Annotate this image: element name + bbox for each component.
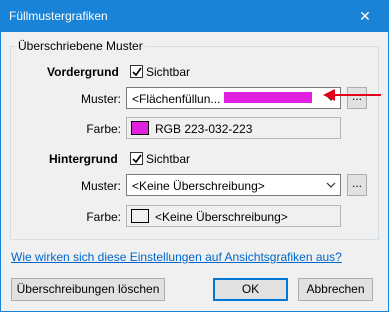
title-bar: Füllmustergrafiken ✕ (1, 1, 388, 32)
foreground-pattern-value: <Flächenfüllun... (132, 92, 221, 106)
checkmark-icon (132, 67, 142, 77)
foreground-pattern-select[interactable]: <Flächenfüllun... (126, 87, 341, 109)
foreground-color-swatch (131, 121, 149, 135)
foreground-color-value: RGB 223-032-223 (155, 122, 253, 136)
checkmark-icon (132, 154, 142, 164)
help-link[interactable]: Wie wirken sich diese Einstellungen auf … (11, 250, 342, 264)
background-pattern-label: Muster: (80, 179, 121, 193)
foreground-visible-checkbox[interactable] (130, 65, 143, 78)
close-button[interactable]: ✕ (342, 1, 388, 32)
foreground-color-label: Farbe: (86, 122, 121, 136)
fill-pattern-dialog: Füllmustergrafiken ✕ Überschriebene Must… (0, 0, 389, 312)
group-legend: Überschriebene Muster (16, 39, 145, 53)
foreground-color-button[interactable]: RGB 223-032-223 (126, 117, 341, 139)
foreground-title: Vordergrund (47, 65, 119, 79)
clear-overrides-button[interactable]: Überschreibungen löschen (11, 278, 165, 301)
background-pattern-browse-button[interactable]: ... (347, 174, 367, 196)
annotation-arrow-icon (323, 89, 381, 101)
background-visible-label: Sichtbar (146, 152, 191, 166)
foreground-visible-label: Sichtbar (146, 65, 191, 79)
background-color-label: Farbe: (86, 210, 121, 224)
background-title: Hintergrund (49, 152, 118, 166)
ok-button[interactable]: OK (213, 278, 288, 301)
background-color-button[interactable]: <Keine Überschreibung> (126, 205, 341, 227)
chevron-down-icon (326, 182, 336, 188)
background-pattern-value: <Keine Überschreibung> (132, 179, 265, 193)
window-title: Füllmustergrafiken (9, 9, 108, 23)
foreground-pattern-label: Muster: (80, 92, 121, 106)
background-pattern-select[interactable]: <Keine Überschreibung> (126, 174, 341, 196)
cancel-button[interactable]: Abbrechen (298, 278, 373, 301)
foreground-pattern-swatch (224, 92, 312, 103)
background-visible-checkbox[interactable] (130, 152, 143, 165)
background-color-swatch (131, 209, 149, 223)
background-color-value: <Keine Überschreibung> (155, 210, 288, 224)
close-icon[interactable]: ✕ (359, 8, 371, 25)
